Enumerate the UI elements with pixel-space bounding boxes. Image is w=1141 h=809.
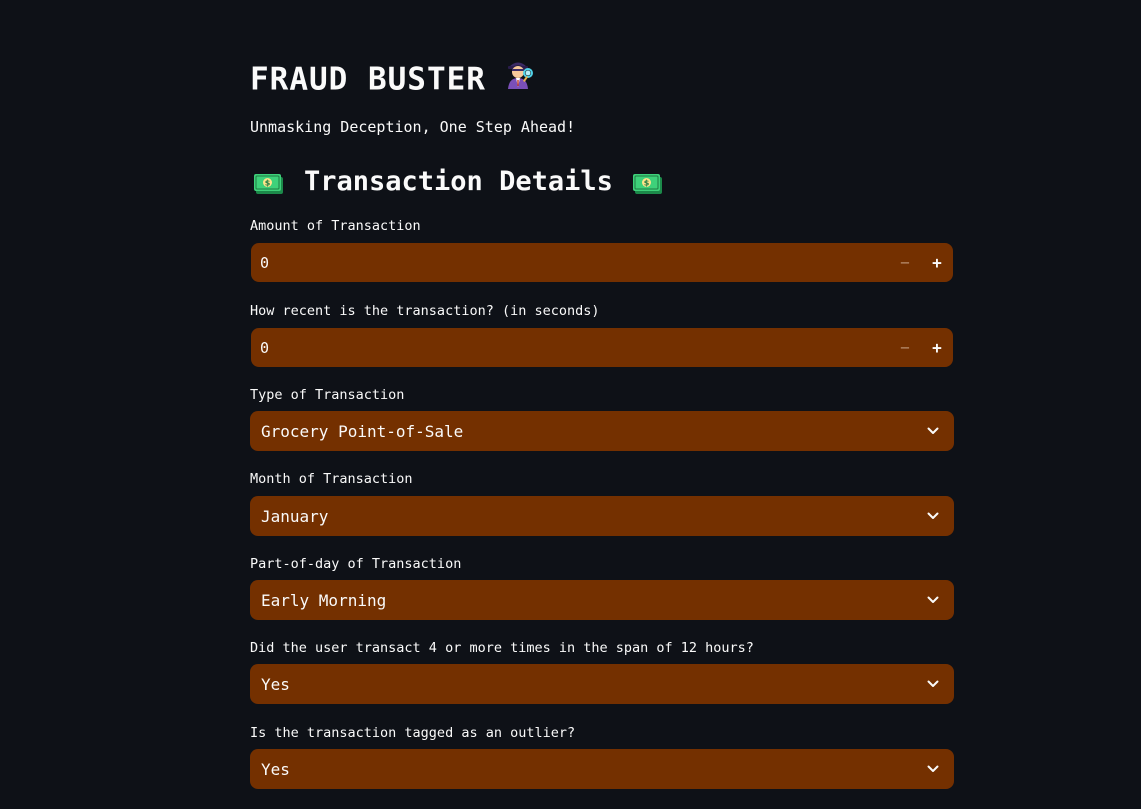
page-title-text: FRAUD BUSTER	[250, 61, 486, 98]
frequency-selected-value: Yes	[261, 674, 290, 694]
svg-text:$: $	[265, 179, 271, 188]
outlier-select[interactable]: Yes	[250, 749, 954, 789]
recency-decrement-button[interactable]: −	[889, 328, 921, 367]
recency-label: How recent is the transaction? (in secon…	[250, 303, 600, 319]
recency-field: How recent is the transaction? (in secon…	[250, 302, 954, 367]
type-select[interactable]: Grocery Point-of-Sale	[250, 411, 954, 451]
frequency-label: Did the user transact 4 or more times in…	[250, 640, 754, 656]
chevron-down-icon[interactable]	[912, 496, 954, 536]
amount-field: Amount of Transaction 0 − +	[250, 217, 954, 282]
amount-decrement-button[interactable]: −	[889, 243, 921, 282]
frequency-select[interactable]: Yes	[250, 664, 954, 704]
month-select[interactable]: January	[250, 496, 954, 536]
chevron-down-icon[interactable]	[912, 411, 954, 451]
amount-value[interactable]: 0	[251, 254, 889, 272]
month-field: Month of Transaction January	[250, 470, 954, 536]
recency-input[interactable]: 0 − +	[251, 328, 953, 367]
part-of-day-label: Part-of-day of Transaction	[250, 556, 462, 572]
amount-label: Amount of Transaction	[250, 218, 421, 234]
section-title: $ Transaction Details $	[250, 162, 663, 202]
page-subtitle: Unmasking Deception, One Step Ahead!	[250, 118, 576, 136]
svg-text:$: $	[644, 179, 650, 188]
outlier-selected-value: Yes	[261, 759, 290, 779]
money-icon: $	[632, 169, 663, 195]
month-label: Month of Transaction	[250, 471, 413, 487]
amount-increment-button[interactable]: +	[921, 243, 953, 282]
chevron-down-icon[interactable]	[912, 664, 954, 704]
detective-icon	[500, 54, 536, 100]
outlier-field: Is the transaction tagged as an outlier?…	[250, 724, 954, 789]
type-selected-value: Grocery Point-of-Sale	[261, 421, 464, 441]
part-of-day-select[interactable]: Early Morning	[250, 580, 954, 620]
section-title-text: Transaction Details	[304, 166, 613, 197]
page-title: FRAUD BUSTER	[250, 58, 536, 104]
part-of-day-field: Part-of-day of Transaction Early Morning	[250, 555, 954, 620]
chevron-down-icon[interactable]	[912, 580, 954, 620]
amount-input[interactable]: 0 − +	[251, 243, 953, 282]
recency-value[interactable]: 0	[251, 339, 889, 357]
month-selected-value: January	[261, 506, 329, 526]
type-field: Type of Transaction Grocery Point-of-Sal…	[250, 386, 954, 451]
part-of-day-selected-value: Early Morning	[261, 590, 387, 610]
chevron-down-icon[interactable]	[912, 749, 954, 789]
type-label: Type of Transaction	[250, 387, 405, 403]
frequency-field: Did the user transact 4 or more times in…	[250, 639, 954, 704]
outlier-label: Is the transaction tagged as an outlier?	[250, 725, 576, 741]
money-icon: $	[254, 169, 284, 195]
recency-increment-button[interactable]: +	[921, 328, 953, 367]
